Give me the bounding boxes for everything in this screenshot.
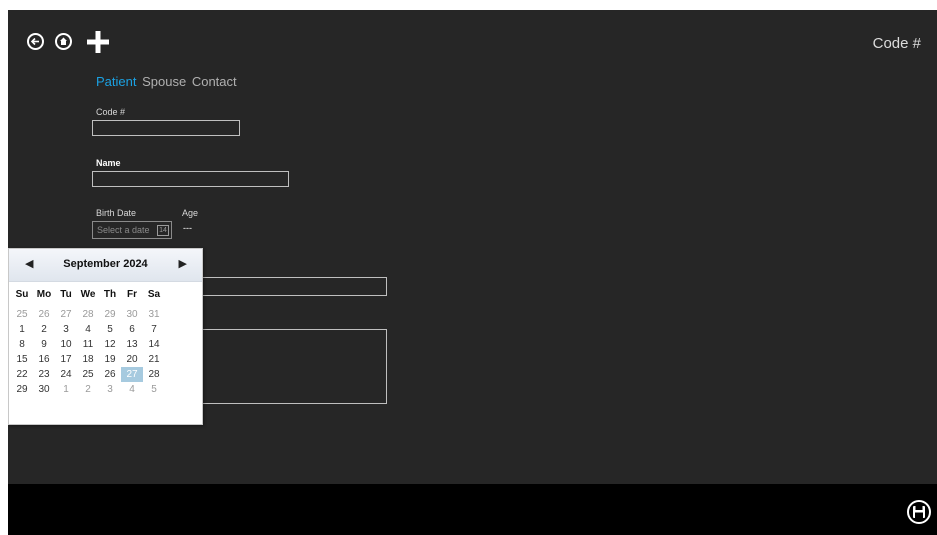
calendar-day[interactable]: 2 <box>77 382 99 397</box>
page-title: Code # <box>872 35 921 52</box>
bottom-app-bar <box>8 484 937 535</box>
previous-month-icon[interactable]: ◀ <box>25 257 33 270</box>
calendar-day[interactable]: 15 <box>11 352 33 367</box>
date-picker-calendar: September 2024 ◀ ▶ Su Mo Tu We Th Fr Sa … <box>8 248 203 425</box>
calendar-day[interactable]: 8 <box>11 337 33 352</box>
calendar-header: September 2024 ◀ ▶ <box>9 249 202 282</box>
birth-date-picker[interactable]: Select a date 14 <box>92 221 172 239</box>
calendar-day-selected[interactable]: 27 <box>121 367 143 382</box>
calendar-day[interactable]: 4 <box>121 382 143 397</box>
calendar-day[interactable]: 13 <box>121 337 143 352</box>
tab-strip: Patient Spouse Contact <box>96 74 239 89</box>
birth-date-label: Birth Date <box>96 208 137 218</box>
calendar-day[interactable]: 12 <box>99 337 121 352</box>
calendar-day[interactable]: 26 <box>99 367 121 382</box>
dow-header: Fr <box>127 289 137 300</box>
calendar-day[interactable]: 5 <box>143 382 165 397</box>
add-button[interactable] <box>85 29 111 55</box>
birth-date-placeholder: Select a date <box>97 225 150 235</box>
calendar-day[interactable]: 28 <box>77 307 99 322</box>
calendar-month-title[interactable]: September 2024 <box>9 258 202 270</box>
plus-icon <box>87 31 109 53</box>
calendar-day[interactable]: 3 <box>99 382 121 397</box>
hidden-textarea[interactable] <box>198 329 387 404</box>
day-of-week-row: Su Mo Tu We Th Fr Sa <box>11 287 191 302</box>
code-label: Code # <box>96 107 126 117</box>
app-window: Code # Patient Spouse Contact Code # Nam… <box>8 10 937 535</box>
calendar-day[interactable]: 3 <box>55 322 77 337</box>
calendar-day[interactable]: 7 <box>143 322 165 337</box>
calendar-day[interactable]: 2 <box>33 322 55 337</box>
calendar-day[interactable]: 6 <box>121 322 143 337</box>
dow-header: Su <box>15 289 29 300</box>
calendar-day[interactable]: 29 <box>99 307 121 322</box>
back-arrow-icon <box>30 37 39 46</box>
calendar-week: 15 16 17 18 19 20 21 <box>11 352 191 367</box>
name-label: Name <box>96 158 121 168</box>
calendar-day[interactable]: 25 <box>11 307 33 322</box>
calendar-week: 8 9 10 11 12 13 14 <box>11 337 191 352</box>
age-value: --- <box>183 223 192 233</box>
dow-header: Th <box>103 289 117 300</box>
calendar-day[interactable]: 24 <box>55 367 77 382</box>
calendar-day[interactable]: 30 <box>121 307 143 322</box>
calendar-week: 22 23 24 25 26 27 28 <box>11 367 191 382</box>
calendar-day[interactable]: 22 <box>11 367 33 382</box>
hidden-field-1[interactable] <box>198 277 387 296</box>
calendar-day[interactable]: 19 <box>99 352 121 367</box>
calendar-day[interactable]: 20 <box>121 352 143 367</box>
calendar-day[interactable]: 14 <box>143 337 165 352</box>
calendar-day[interactable]: 18 <box>77 352 99 367</box>
next-month-icon[interactable]: ▶ <box>179 257 187 270</box>
calendar-day[interactable]: 25 <box>77 367 99 382</box>
calendar-grid: Su Mo Tu We Th Fr Sa 25 26 27 28 29 30 3… <box>11 287 191 397</box>
calendar-day[interactable]: 9 <box>33 337 55 352</box>
dow-header: Tu <box>60 289 72 300</box>
back-button[interactable] <box>27 33 44 50</box>
calendar-week: 25 26 27 28 29 30 31 <box>11 307 191 322</box>
calendar-day[interactable]: 10 <box>55 337 77 352</box>
calendar-day[interactable]: 1 <box>55 382 77 397</box>
calendar-day[interactable]: 16 <box>33 352 55 367</box>
tab-patient[interactable]: Patient <box>96 74 136 89</box>
tab-spouse[interactable]: Spouse <box>142 74 186 89</box>
calendar-day[interactable]: 11 <box>77 337 99 352</box>
save-icon <box>913 506 925 518</box>
calendar-day[interactable]: 31 <box>143 307 165 322</box>
calendar-day[interactable]: 30 <box>33 382 55 397</box>
dow-header: Mo <box>36 289 52 300</box>
calendar-day[interactable]: 21 <box>143 352 165 367</box>
dow-header: We <box>80 289 96 300</box>
name-field[interactable] <box>92 171 289 187</box>
calendar-week: 1 2 3 4 5 6 7 <box>11 322 191 337</box>
calendar-day[interactable]: 17 <box>55 352 77 367</box>
calendar-day[interactable]: 27 <box>55 307 77 322</box>
save-button[interactable] <box>907 500 931 524</box>
calendar-day[interactable]: 5 <box>99 322 121 337</box>
home-icon <box>60 37 67 45</box>
calendar-day[interactable]: 26 <box>33 307 55 322</box>
calendar-day[interactable]: 29 <box>11 382 33 397</box>
home-button[interactable] <box>55 33 72 50</box>
tab-contact[interactable]: Contact <box>192 74 237 89</box>
age-label: Age <box>182 208 199 218</box>
code-field[interactable] <box>92 120 240 136</box>
dow-header: Sa <box>147 289 161 300</box>
calendar-day[interactable]: 1 <box>11 322 33 337</box>
calendar-icon[interactable]: 14 <box>157 225 169 236</box>
calendar-day[interactable]: 23 <box>33 367 55 382</box>
calendar-day[interactable]: 28 <box>143 367 165 382</box>
calendar-week: 29 30 1 2 3 4 5 <box>11 382 191 397</box>
calendar-day[interactable]: 4 <box>77 322 99 337</box>
